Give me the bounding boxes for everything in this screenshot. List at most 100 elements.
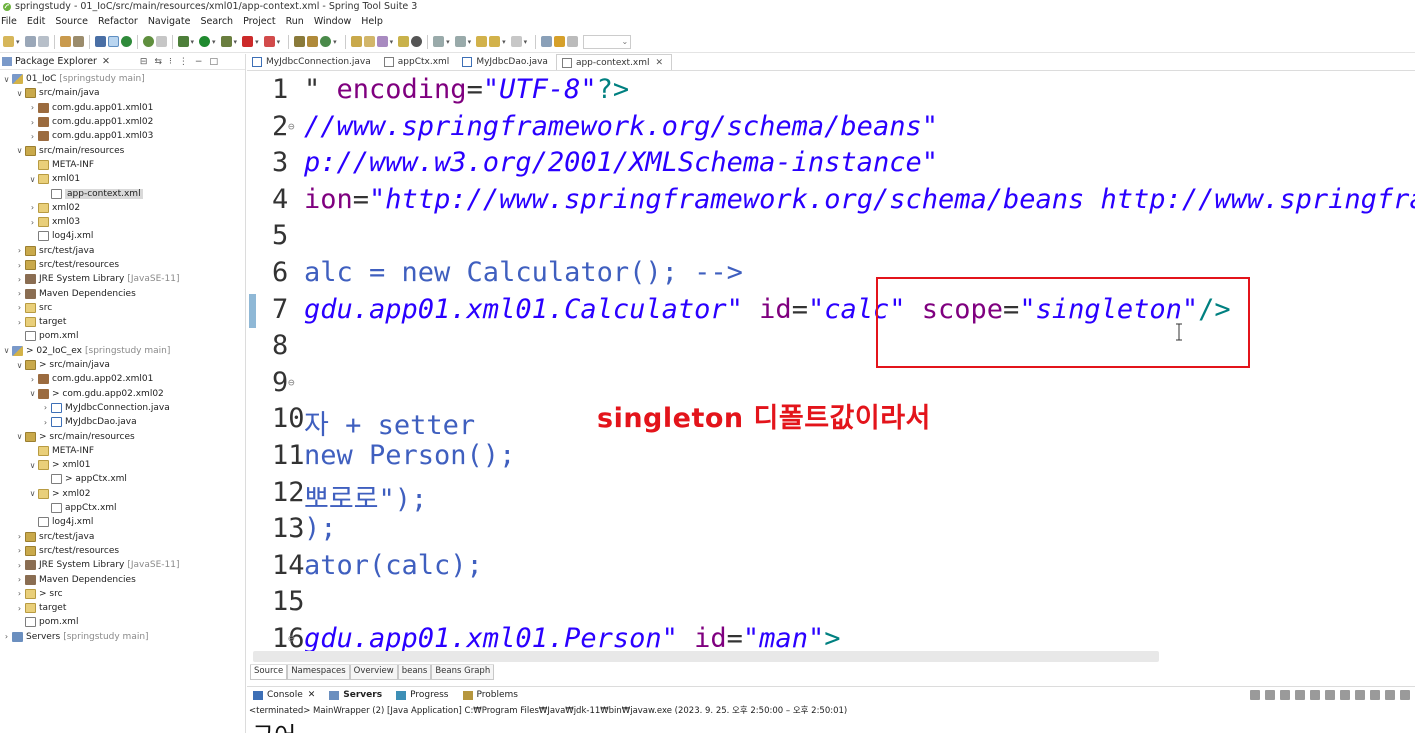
run-icon[interactable] xyxy=(199,36,211,47)
tree-item[interactable]: › src/test/java xyxy=(0,530,245,544)
editor-tab[interactable]: appCtx.xml xyxy=(379,54,458,70)
chevron-right-icon[interactable]: › xyxy=(15,318,24,327)
external-tools-icon[interactable] xyxy=(263,36,275,47)
tree-item[interactable]: ∨ src/main/java xyxy=(0,86,245,100)
tree-item[interactable]: › JRE System Library [JavaSE-11] xyxy=(0,558,245,572)
close-icon[interactable]: ✕ xyxy=(102,56,110,67)
console-minimize-icon[interactable] xyxy=(1400,690,1410,700)
chevron-right-icon[interactable]: › xyxy=(15,261,24,270)
collapse-all-icon[interactable]: ⊟ xyxy=(140,57,148,67)
previous-annotation-dropdown-icon[interactable]: ▾ xyxy=(468,38,472,46)
tree-item[interactable]: › target xyxy=(0,601,245,615)
toolbar-combo-dropdown[interactable]: ⌄ xyxy=(583,34,632,49)
editor-tab[interactable]: app-context.xml ✕ xyxy=(555,54,673,70)
tree-item[interactable]: log4j.xml xyxy=(0,229,245,243)
tree-item[interactable]: › MyJdbcDao.java xyxy=(0,415,245,429)
editor-tab[interactable]: MyJdbcDao.java xyxy=(457,54,556,70)
forward-icon[interactable] xyxy=(510,36,522,47)
tree-item[interactable]: ∨ src/main/resources xyxy=(0,143,245,157)
tree-item[interactable]: ∨ > com.gdu.app02.xml02 xyxy=(0,387,245,401)
tree-item[interactable]: META-INF xyxy=(0,444,245,458)
coverage-icon[interactable] xyxy=(220,36,232,47)
menu-window[interactable]: Window xyxy=(314,16,351,27)
chevron-right-icon[interactable]: › xyxy=(15,546,24,555)
view-tab[interactable]: Console ✕ xyxy=(253,690,315,700)
chevron-right-icon[interactable]: › xyxy=(15,575,24,584)
stop-icon[interactable] xyxy=(242,36,254,47)
open-folder-icon[interactable] xyxy=(363,36,375,47)
chevron-down-icon[interactable]: ∨ xyxy=(2,75,11,84)
open-perspective-icon[interactable] xyxy=(541,36,553,47)
editor-page-tab[interactable]: Beans Graph xyxy=(431,665,495,680)
terminal-icon[interactable] xyxy=(94,36,106,47)
maximize-icon[interactable]: □ xyxy=(209,57,218,67)
tree-item[interactable]: › com.gdu.app01.xml03 xyxy=(0,129,245,143)
edit-icon[interactable] xyxy=(376,36,388,47)
next-annotation-dropdown-icon[interactable]: ▾ xyxy=(446,38,450,46)
new-icon[interactable] xyxy=(3,36,14,47)
chevron-right-icon[interactable]: › xyxy=(15,303,24,312)
open-type-icon[interactable] xyxy=(72,36,84,47)
remove-launch-icon[interactable] xyxy=(1280,690,1290,700)
chevron-right-icon[interactable]: › xyxy=(2,632,11,641)
view-menu-icon[interactable]: ⋮ xyxy=(179,57,188,67)
open-console-icon[interactable] xyxy=(1385,690,1395,700)
tree-item[interactable]: ∨ > src/main/resources xyxy=(0,429,245,443)
fold-toggle-icon[interactable]: ⊖ xyxy=(288,120,295,133)
new-java-project-icon[interactable] xyxy=(294,36,306,47)
tree-item[interactable]: › xml03 xyxy=(0,215,245,229)
view-tab[interactable]: Servers xyxy=(329,690,382,700)
tree-item[interactable]: › > src xyxy=(0,587,245,601)
menu-source[interactable]: Source xyxy=(55,16,88,27)
menu-navigate[interactable]: Navigate xyxy=(148,16,191,27)
tree-item[interactable]: › src/test/java xyxy=(0,244,245,258)
tree-item[interactable]: › src/test/resources xyxy=(0,258,245,272)
tree-item[interactable]: ∨ > xml02 xyxy=(0,487,245,501)
tree-item[interactable]: › JRE System Library [JavaSE-11] xyxy=(0,272,245,286)
minimize-icon[interactable]: − xyxy=(195,57,203,67)
spring-boot-dashboard-icon[interactable] xyxy=(120,36,132,47)
chevron-right-icon[interactable]: › xyxy=(28,103,37,112)
chevron-down-icon[interactable]: ∨ xyxy=(28,175,37,184)
terminate-icon[interactable] xyxy=(1265,690,1275,700)
chevron-down-icon[interactable]: ∨ xyxy=(28,389,37,398)
chevron-right-icon[interactable]: › xyxy=(41,403,50,412)
menu-project[interactable]: Project xyxy=(243,16,276,27)
forward-dropdown-icon[interactable]: ▾ xyxy=(524,38,528,46)
tree-item[interactable]: ∨ xml01 xyxy=(0,172,245,186)
view-tab[interactable]: Progress xyxy=(396,690,449,700)
back-icon[interactable] xyxy=(489,36,501,47)
chevron-right-icon[interactable]: › xyxy=(28,118,37,127)
code-line[interactable]: 13); xyxy=(247,513,1415,549)
code-line[interactable]: 11 new Person(); xyxy=(247,440,1415,476)
package-explorer-tab-label[interactable]: Package Explorer xyxy=(15,56,97,67)
chevron-right-icon[interactable]: › xyxy=(41,418,50,427)
annotation-icon[interactable] xyxy=(398,36,410,47)
word-wrap-console-icon[interactable] xyxy=(1325,690,1335,700)
code-line[interactable]: 3 p://www.w3.org/2001/XMLSchema-instance" xyxy=(247,147,1415,183)
tree-item[interactable]: ∨ > 02_IoC_ex [springstudy main] xyxy=(0,344,245,358)
code-line[interactable]: 15 xyxy=(247,586,1415,622)
code-line[interactable]: 1 " encoding="UTF-8"?> xyxy=(247,74,1415,110)
chevron-down-icon[interactable]: ∨ xyxy=(2,346,11,355)
code-line[interactable]: 2 ⊖ //www.springframework.org/schema/beans… xyxy=(247,111,1415,147)
view-tab[interactable]: Problems xyxy=(462,690,518,700)
edit-dropdown-icon[interactable]: ▾ xyxy=(390,38,394,46)
chevron-down-icon[interactable]: ∨ xyxy=(15,89,24,98)
tree-item[interactable]: log4j.xml xyxy=(0,515,245,529)
tree-item[interactable]: › Servers [springstudy main] xyxy=(0,630,245,644)
tree-item[interactable]: app-context.xml xyxy=(0,186,245,200)
tree-item[interactable]: › Maven Dependencies xyxy=(0,286,245,300)
coverage-dropdown-icon[interactable]: ▾ xyxy=(234,38,238,46)
tree-item[interactable]: › xml02 xyxy=(0,201,245,215)
chevron-down-icon[interactable]: ∨ xyxy=(15,146,24,155)
tree-item[interactable]: ∨ 01_IoC [springstudy main] xyxy=(0,72,245,86)
tree-item[interactable]: pom.xml xyxy=(0,329,245,343)
horizontal-scrollbar[interactable] xyxy=(253,651,1159,662)
chevron-right-icon[interactable]: › xyxy=(15,589,24,598)
tree-item[interactable]: › src xyxy=(0,301,245,315)
chevron-right-icon[interactable]: › xyxy=(15,289,24,298)
tree-item[interactable]: ∨ > src/main/java xyxy=(0,358,245,372)
code-line[interactable]: 4 ion="http://www.springframework.org/sch… xyxy=(247,184,1415,220)
chevron-down-icon[interactable]: ∨ xyxy=(28,461,37,470)
